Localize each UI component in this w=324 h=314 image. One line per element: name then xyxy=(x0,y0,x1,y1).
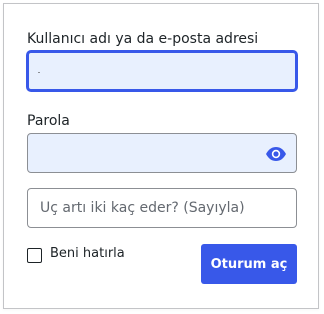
username-input[interactable] xyxy=(29,53,295,89)
captcha-input[interactable] xyxy=(28,189,296,227)
username-label: Kullanıcı adı ya da e-posta adresi xyxy=(27,31,259,47)
password-input[interactable] xyxy=(28,134,296,172)
password-field[interactable] xyxy=(27,133,297,173)
remember-me-checkbox[interactable] xyxy=(27,248,42,263)
text-cursor xyxy=(38,72,40,73)
login-button[interactable]: Oturum aç xyxy=(201,244,297,284)
remember-me-label[interactable]: Beni hatırla xyxy=(50,246,125,261)
captcha-field[interactable] xyxy=(27,188,297,228)
username-field[interactable] xyxy=(27,51,297,91)
password-label: Parola xyxy=(27,113,70,129)
eye-icon xyxy=(266,147,286,161)
show-password-button[interactable] xyxy=(264,142,288,166)
